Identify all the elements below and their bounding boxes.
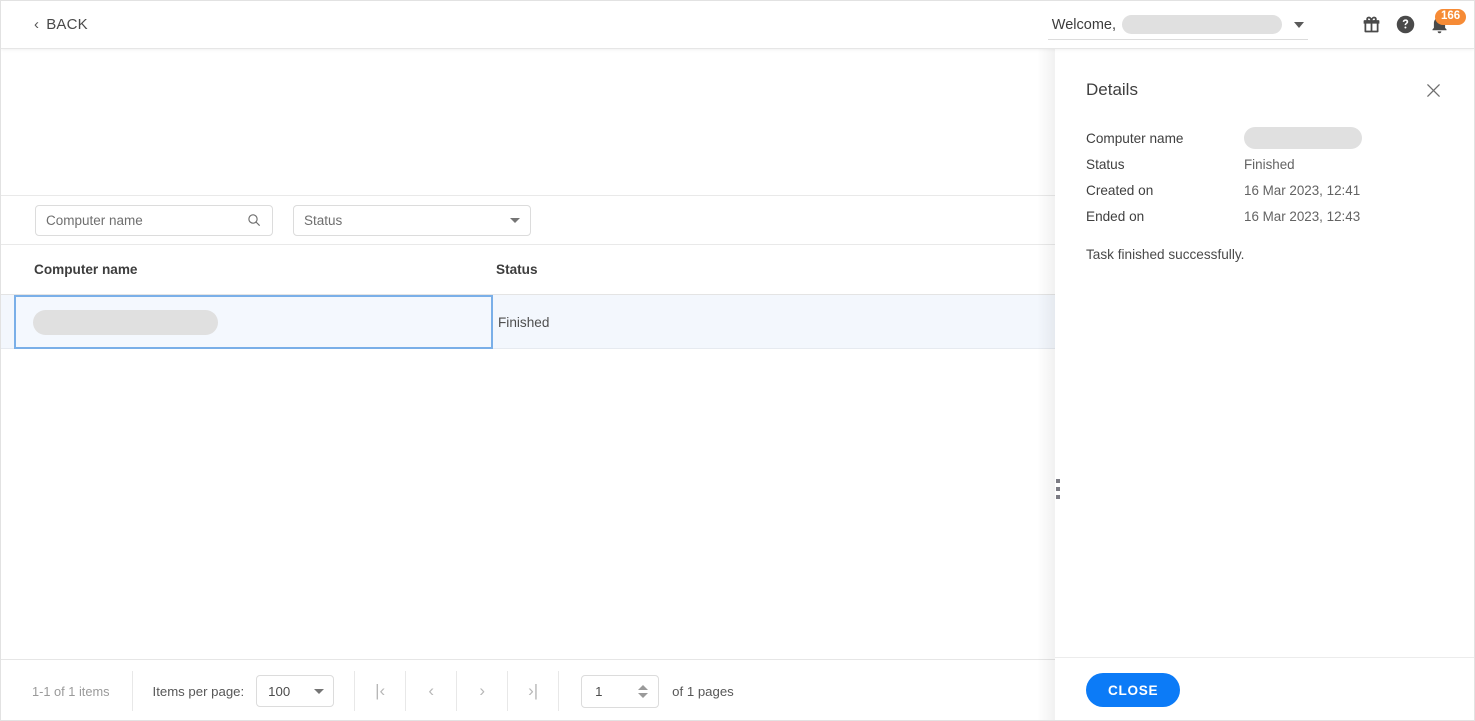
detail-value-ended-on: 16 Mar 2023, 12:43 <box>1244 209 1360 224</box>
detail-row-status: Status Finished <box>1086 151 1446 177</box>
page-number-group: 1 of 1 pages <box>559 675 734 708</box>
details-message: Task finished successfully. <box>1086 247 1244 262</box>
detail-label: Computer name <box>1086 131 1244 146</box>
welcome-label: Welcome, <box>1052 17 1116 33</box>
paginator: 1-1 of 1 items Items per page: 100 |‹ ‹ … <box>1 659 1055 721</box>
items-per-page-label: Items per page: <box>153 684 245 699</box>
detail-row-computer-name: Computer name <box>1086 125 1446 151</box>
close-icon <box>1425 82 1442 99</box>
username-redacted <box>1122 15 1282 34</box>
details-field-list: Computer name Status Finished Created on… <box>1086 125 1446 229</box>
detail-label: Created on <box>1086 183 1244 198</box>
paginator-range-label: 1-1 of 1 items <box>1 671 132 711</box>
details-panel-title: Details <box>1086 80 1138 100</box>
detail-label: Ended on <box>1086 209 1244 224</box>
detail-label: Status <box>1086 157 1244 172</box>
back-button-label: BACK <box>46 16 88 33</box>
computer-name-redacted <box>33 310 218 335</box>
header-right-group: Welcome, 166 <box>1048 1 1474 48</box>
detail-row-created-on: Created on 16 Mar 2023, 12:41 <box>1086 177 1446 203</box>
first-page-button[interactable]: |‹ <box>355 671 405 711</box>
chevron-down-icon <box>510 218 520 223</box>
gift-icon <box>1361 14 1382 35</box>
next-page-button[interactable]: › <box>457 671 507 711</box>
of-pages-label: of 1 pages <box>672 684 734 699</box>
status-filter-label: Status <box>304 213 342 228</box>
subtasks-list-area: Computer name Status Computer name Statu… <box>1 49 1055 721</box>
details-panel-footer: CLOSE <box>1055 657 1475 721</box>
drag-dot <box>1056 495 1060 499</box>
page-number-input[interactable]: 1 <box>581 675 659 708</box>
detail-value-status: Finished <box>1244 157 1295 172</box>
cell-computer-name-selected[interactable] <box>14 295 493 349</box>
detail-value-computer-name <box>1244 127 1362 149</box>
details-close-button[interactable] <box>1422 79 1444 101</box>
page-number-stepper[interactable] <box>638 685 648 698</box>
computer-name-redacted <box>1244 127 1362 149</box>
drag-dot <box>1056 479 1060 483</box>
stepper-up-icon[interactable] <box>638 685 648 690</box>
close-button[interactable]: CLOSE <box>1086 673 1180 707</box>
user-menu[interactable]: Welcome, <box>1048 15 1308 40</box>
chevron-left-icon: ‹ <box>34 17 39 32</box>
top-header-bar: ‹ BACK Welcome, <box>1 1 1474 49</box>
drag-handle-icon[interactable] <box>1056 479 1064 499</box>
column-header-status: Status <box>496 262 796 277</box>
detail-row-ended-on: Ended on 16 Mar 2023, 12:43 <box>1086 203 1446 229</box>
application-window: ‹ BACK Welcome, <box>0 0 1475 721</box>
chevron-down-icon <box>1294 22 1304 28</box>
previous-page-button[interactable]: ‹ <box>406 671 456 711</box>
gift-icon-button[interactable] <box>1354 8 1388 42</box>
status-filter-select[interactable]: Status <box>293 205 531 236</box>
cell-status: Finished <box>498 295 549 349</box>
items-per-page-group: Items per page: 100 <box>133 675 355 707</box>
back-button[interactable]: ‹ BACK <box>34 16 88 33</box>
search-icon[interactable] <box>246 212 262 228</box>
panel-edge-shadow <box>1037 49 1055 721</box>
chevron-down-icon <box>314 689 324 694</box>
help-icon-button[interactable] <box>1388 8 1422 42</box>
stepper-down-icon[interactable] <box>638 693 648 698</box>
items-per-page-select[interactable]: 100 <box>256 675 334 707</box>
table-header-row: Computer name Status <box>1 245 1055 295</box>
drag-dot <box>1056 487 1060 491</box>
detail-value-created-on: 16 Mar 2023, 12:41 <box>1244 183 1360 198</box>
help-circle-icon <box>1395 14 1416 35</box>
table-row[interactable]: Finished <box>1 295 1055 349</box>
last-page-button[interactable]: ›| <box>508 671 558 711</box>
computer-name-search-input[interactable]: Computer name <box>35 205 273 236</box>
filter-bar: Computer name Status <box>1 195 1055 245</box>
column-header-computer-name: Computer name <box>34 262 496 277</box>
notification-count-badge: 166 <box>1435 9 1466 26</box>
notifications-button[interactable]: 166 <box>1422 8 1456 42</box>
items-per-page-value: 100 <box>268 684 290 699</box>
page-number-value: 1 <box>595 684 602 699</box>
details-panel: Details Computer name Status Finished Cr… <box>1055 49 1475 721</box>
computer-name-search-placeholder: Computer name <box>46 213 143 228</box>
